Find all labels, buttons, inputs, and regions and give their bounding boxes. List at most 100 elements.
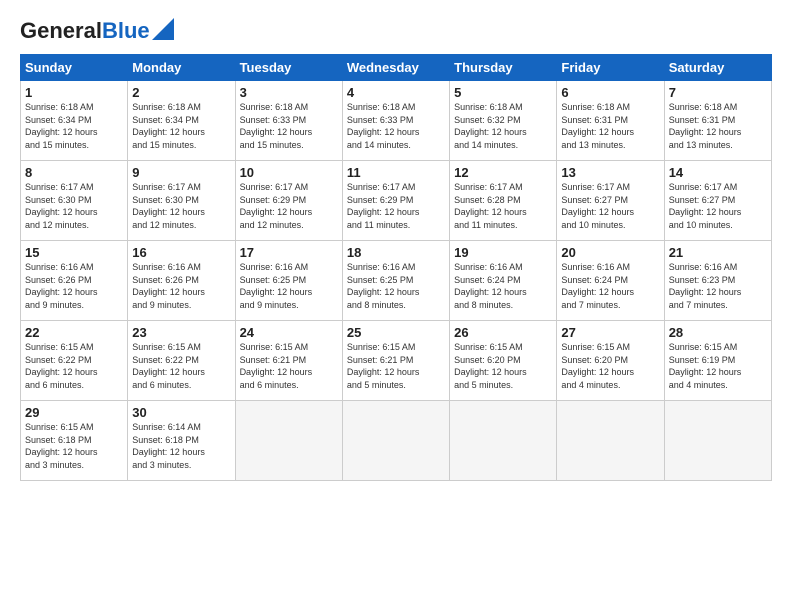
- day-number: 28: [669, 325, 767, 340]
- day-info: Sunrise: 6:17 AM Sunset: 6:27 PM Dayligh…: [561, 181, 659, 231]
- page-header: GeneralBlue: [20, 20, 772, 42]
- calendar-week-row: 15 Sunrise: 6:16 AM Sunset: 6:26 PM Dayl…: [21, 241, 772, 321]
- day-number: 1: [25, 85, 123, 100]
- day-info: Sunrise: 6:15 AM Sunset: 6:20 PM Dayligh…: [454, 341, 552, 391]
- calendar-cell: 17 Sunrise: 6:16 AM Sunset: 6:25 PM Dayl…: [235, 241, 342, 321]
- calendar-table: SundayMondayTuesdayWednesdayThursdayFrid…: [20, 54, 772, 481]
- weekday-header: Tuesday: [235, 55, 342, 81]
- day-info: Sunrise: 6:16 AM Sunset: 6:24 PM Dayligh…: [454, 261, 552, 311]
- calendar-cell: [557, 401, 664, 481]
- day-number: 6: [561, 85, 659, 100]
- calendar-cell: 6 Sunrise: 6:18 AM Sunset: 6:31 PM Dayli…: [557, 81, 664, 161]
- day-number: 18: [347, 245, 445, 260]
- day-number: 21: [669, 245, 767, 260]
- day-info: Sunrise: 6:17 AM Sunset: 6:29 PM Dayligh…: [347, 181, 445, 231]
- calendar-week-row: 8 Sunrise: 6:17 AM Sunset: 6:30 PM Dayli…: [21, 161, 772, 241]
- day-number: 23: [132, 325, 230, 340]
- calendar-cell: 19 Sunrise: 6:16 AM Sunset: 6:24 PM Dayl…: [450, 241, 557, 321]
- weekday-header: Thursday: [450, 55, 557, 81]
- calendar-cell: 24 Sunrise: 6:15 AM Sunset: 6:21 PM Dayl…: [235, 321, 342, 401]
- calendar-cell: 28 Sunrise: 6:15 AM Sunset: 6:19 PM Dayl…: [664, 321, 771, 401]
- weekday-header: Friday: [557, 55, 664, 81]
- weekday-header: Monday: [128, 55, 235, 81]
- calendar-cell: [450, 401, 557, 481]
- calendar-cell: 20 Sunrise: 6:16 AM Sunset: 6:24 PM Dayl…: [557, 241, 664, 321]
- calendar-cell: 15 Sunrise: 6:16 AM Sunset: 6:26 PM Dayl…: [21, 241, 128, 321]
- calendar-cell: 27 Sunrise: 6:15 AM Sunset: 6:20 PM Dayl…: [557, 321, 664, 401]
- logo-icon: [152, 18, 174, 40]
- day-info: Sunrise: 6:15 AM Sunset: 6:18 PM Dayligh…: [25, 421, 123, 471]
- day-info: Sunrise: 6:17 AM Sunset: 6:30 PM Dayligh…: [25, 181, 123, 231]
- calendar-cell: 9 Sunrise: 6:17 AM Sunset: 6:30 PM Dayli…: [128, 161, 235, 241]
- calendar-page: GeneralBlue SundayMondayTuesdayWednesday…: [0, 0, 792, 612]
- day-info: Sunrise: 6:18 AM Sunset: 6:34 PM Dayligh…: [132, 101, 230, 151]
- day-number: 24: [240, 325, 338, 340]
- day-info: Sunrise: 6:18 AM Sunset: 6:31 PM Dayligh…: [561, 101, 659, 151]
- day-info: Sunrise: 6:15 AM Sunset: 6:19 PM Dayligh…: [669, 341, 767, 391]
- logo: GeneralBlue: [20, 20, 174, 42]
- day-info: Sunrise: 6:16 AM Sunset: 6:23 PM Dayligh…: [669, 261, 767, 311]
- calendar-cell: 1 Sunrise: 6:18 AM Sunset: 6:34 PM Dayli…: [21, 81, 128, 161]
- day-number: 22: [25, 325, 123, 340]
- day-info: Sunrise: 6:15 AM Sunset: 6:20 PM Dayligh…: [561, 341, 659, 391]
- logo-text: GeneralBlue: [20, 20, 150, 42]
- day-number: 26: [454, 325, 552, 340]
- calendar-cell: [664, 401, 771, 481]
- day-number: 27: [561, 325, 659, 340]
- day-info: Sunrise: 6:15 AM Sunset: 6:22 PM Dayligh…: [132, 341, 230, 391]
- day-number: 14: [669, 165, 767, 180]
- calendar-cell: 25 Sunrise: 6:15 AM Sunset: 6:21 PM Dayl…: [342, 321, 449, 401]
- day-info: Sunrise: 6:17 AM Sunset: 6:30 PM Dayligh…: [132, 181, 230, 231]
- calendar-cell: 3 Sunrise: 6:18 AM Sunset: 6:33 PM Dayli…: [235, 81, 342, 161]
- calendar-cell: 30 Sunrise: 6:14 AM Sunset: 6:18 PM Dayl…: [128, 401, 235, 481]
- calendar-cell: 10 Sunrise: 6:17 AM Sunset: 6:29 PM Dayl…: [235, 161, 342, 241]
- calendar-cell: 22 Sunrise: 6:15 AM Sunset: 6:22 PM Dayl…: [21, 321, 128, 401]
- day-number: 29: [25, 405, 123, 420]
- day-info: Sunrise: 6:15 AM Sunset: 6:21 PM Dayligh…: [347, 341, 445, 391]
- day-info: Sunrise: 6:17 AM Sunset: 6:29 PM Dayligh…: [240, 181, 338, 231]
- day-info: Sunrise: 6:16 AM Sunset: 6:24 PM Dayligh…: [561, 261, 659, 311]
- day-info: Sunrise: 6:18 AM Sunset: 6:31 PM Dayligh…: [669, 101, 767, 151]
- day-number: 7: [669, 85, 767, 100]
- weekday-header-row: SundayMondayTuesdayWednesdayThursdayFrid…: [21, 55, 772, 81]
- weekday-header: Saturday: [664, 55, 771, 81]
- calendar-cell: 16 Sunrise: 6:16 AM Sunset: 6:26 PM Dayl…: [128, 241, 235, 321]
- calendar-cell: 29 Sunrise: 6:15 AM Sunset: 6:18 PM Dayl…: [21, 401, 128, 481]
- day-number: 13: [561, 165, 659, 180]
- day-number: 25: [347, 325, 445, 340]
- calendar-cell: 4 Sunrise: 6:18 AM Sunset: 6:33 PM Dayli…: [342, 81, 449, 161]
- calendar-cell: 14 Sunrise: 6:17 AM Sunset: 6:27 PM Dayl…: [664, 161, 771, 241]
- calendar-cell: 11 Sunrise: 6:17 AM Sunset: 6:29 PM Dayl…: [342, 161, 449, 241]
- day-info: Sunrise: 6:14 AM Sunset: 6:18 PM Dayligh…: [132, 421, 230, 471]
- calendar-cell: [342, 401, 449, 481]
- day-number: 16: [132, 245, 230, 260]
- day-info: Sunrise: 6:16 AM Sunset: 6:25 PM Dayligh…: [240, 261, 338, 311]
- day-info: Sunrise: 6:18 AM Sunset: 6:33 PM Dayligh…: [240, 101, 338, 151]
- calendar-cell: 8 Sunrise: 6:17 AM Sunset: 6:30 PM Dayli…: [21, 161, 128, 241]
- day-number: 4: [347, 85, 445, 100]
- day-number: 2: [132, 85, 230, 100]
- calendar-cell: 2 Sunrise: 6:18 AM Sunset: 6:34 PM Dayli…: [128, 81, 235, 161]
- day-number: 10: [240, 165, 338, 180]
- day-info: Sunrise: 6:15 AM Sunset: 6:21 PM Dayligh…: [240, 341, 338, 391]
- day-info: Sunrise: 6:15 AM Sunset: 6:22 PM Dayligh…: [25, 341, 123, 391]
- calendar-cell: 12 Sunrise: 6:17 AM Sunset: 6:28 PM Dayl…: [450, 161, 557, 241]
- day-number: 3: [240, 85, 338, 100]
- day-info: Sunrise: 6:18 AM Sunset: 6:33 PM Dayligh…: [347, 101, 445, 151]
- day-info: Sunrise: 6:18 AM Sunset: 6:32 PM Dayligh…: [454, 101, 552, 151]
- calendar-cell: 7 Sunrise: 6:18 AM Sunset: 6:31 PM Dayli…: [664, 81, 771, 161]
- day-number: 12: [454, 165, 552, 180]
- day-number: 5: [454, 85, 552, 100]
- calendar-cell: 26 Sunrise: 6:15 AM Sunset: 6:20 PM Dayl…: [450, 321, 557, 401]
- day-number: 11: [347, 165, 445, 180]
- calendar-cell: [235, 401, 342, 481]
- calendar-cell: 13 Sunrise: 6:17 AM Sunset: 6:27 PM Dayl…: [557, 161, 664, 241]
- day-number: 17: [240, 245, 338, 260]
- calendar-week-row: 22 Sunrise: 6:15 AM Sunset: 6:22 PM Dayl…: [21, 321, 772, 401]
- day-number: 9: [132, 165, 230, 180]
- calendar-cell: 21 Sunrise: 6:16 AM Sunset: 6:23 PM Dayl…: [664, 241, 771, 321]
- day-number: 20: [561, 245, 659, 260]
- day-info: Sunrise: 6:18 AM Sunset: 6:34 PM Dayligh…: [25, 101, 123, 151]
- day-number: 19: [454, 245, 552, 260]
- calendar-cell: 18 Sunrise: 6:16 AM Sunset: 6:25 PM Dayl…: [342, 241, 449, 321]
